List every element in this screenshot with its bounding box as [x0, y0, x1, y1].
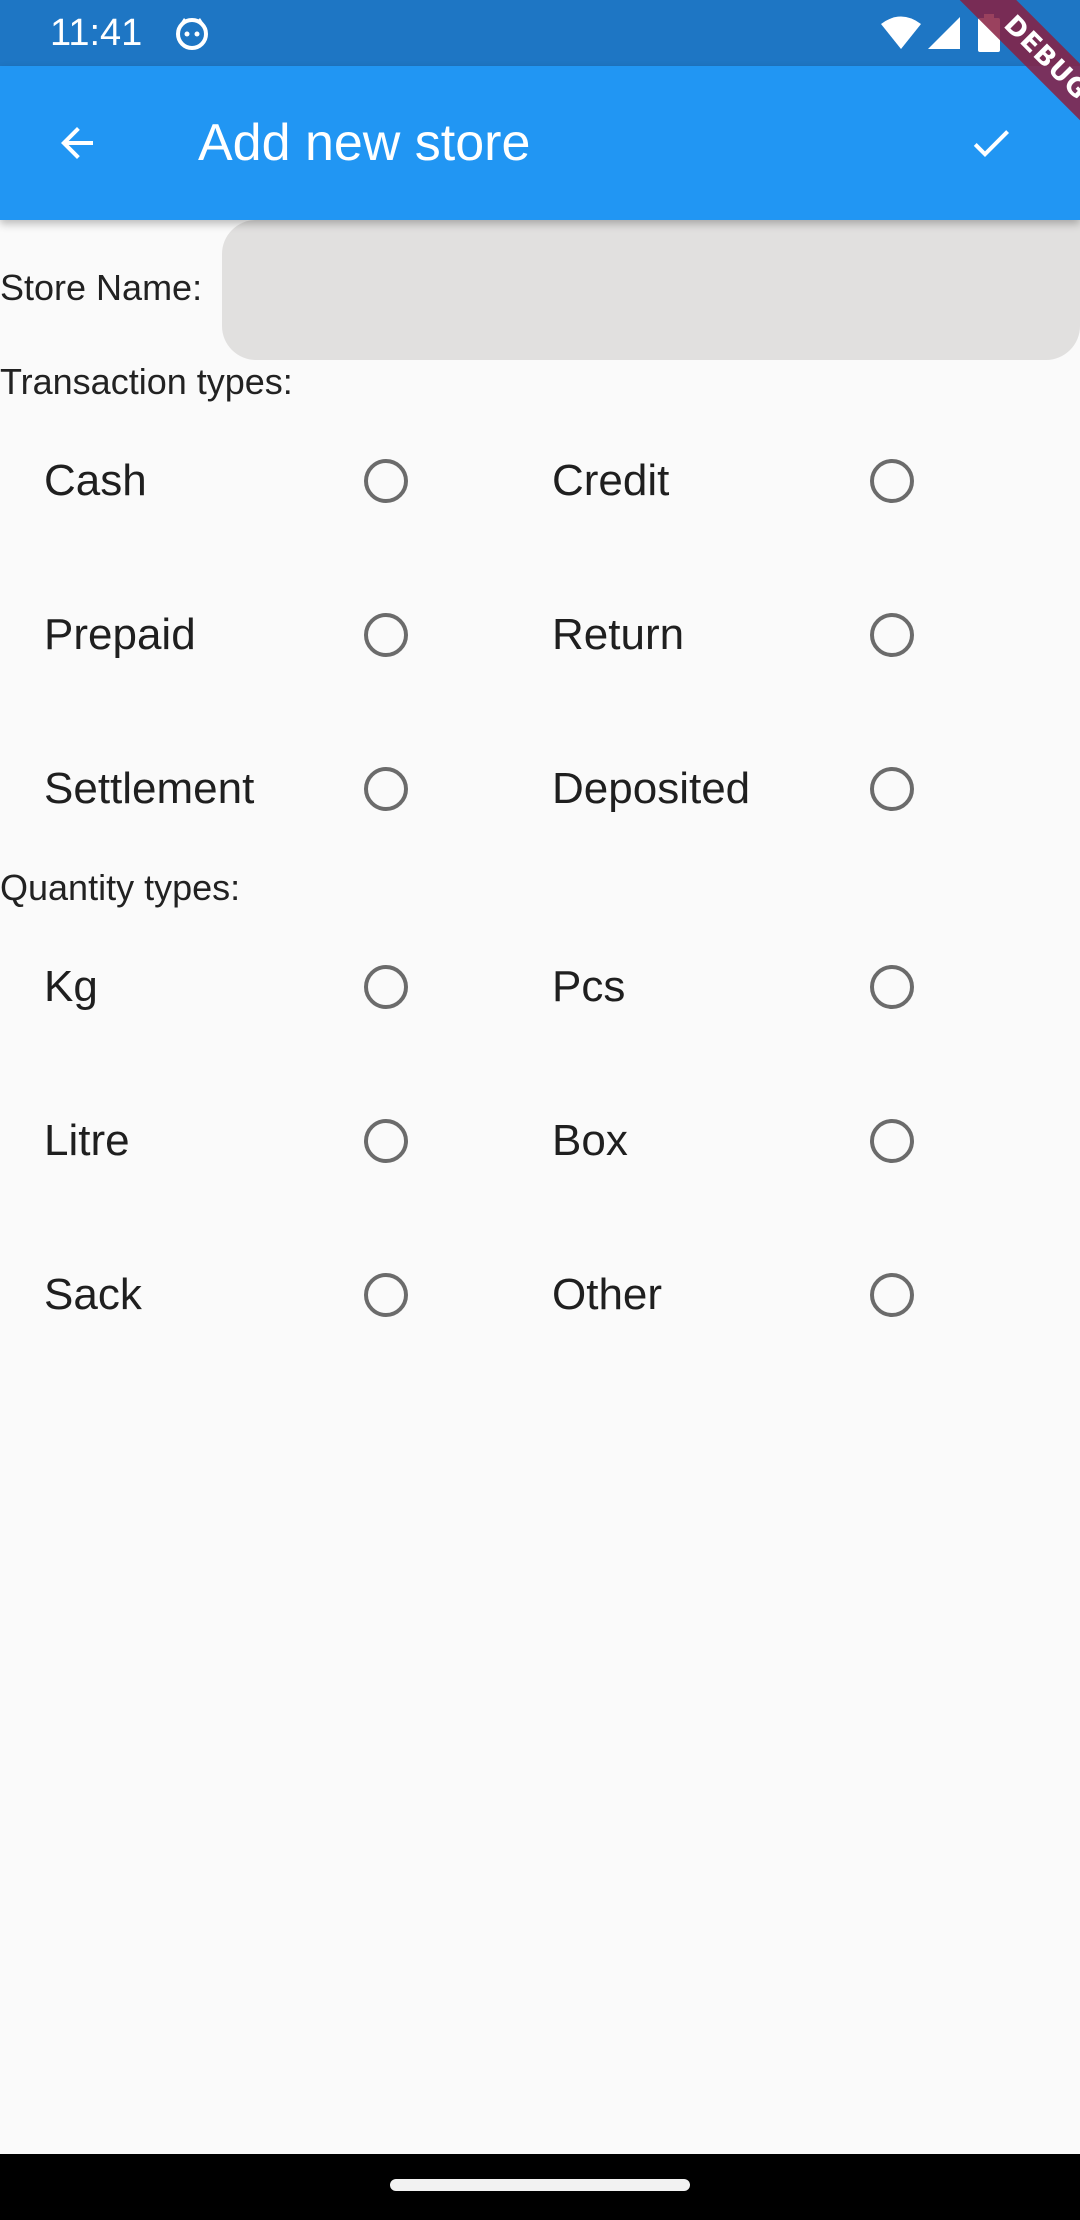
cell-signal-icon — [928, 17, 960, 49]
radio-cash[interactable] — [364, 459, 408, 503]
save-button[interactable] — [950, 102, 1032, 184]
home-indicator[interactable] — [390, 2179, 690, 2191]
transaction-types-row-3: Settlement Deposited — [0, 734, 1080, 844]
radio-pcs[interactable] — [870, 965, 914, 1009]
option-label-kg: Kg — [44, 962, 98, 1011]
quantity-types-row-1: Kg Pcs — [0, 932, 1080, 1042]
option-label-prepaid: Prepaid — [44, 610, 196, 659]
quantity-types-label: Quantity types: — [0, 867, 241, 908]
transaction-types-row-2: Prepaid Return — [0, 580, 1080, 690]
radio-prepaid[interactable] — [364, 613, 408, 657]
android-cat-icon — [176, 18, 208, 50]
option-label-pcs: Pcs — [552, 962, 626, 1011]
radio-settlement[interactable] — [364, 767, 408, 811]
option-label-return: Return — [552, 610, 685, 659]
transaction-types-row-1: Cash Credit — [0, 426, 1080, 536]
option-label-litre: Litre — [44, 1116, 130, 1165]
store-name-label: Store Name: — [0, 267, 203, 308]
add-store-screen: 11:41 Add new store DEBUG Store Name: Tr… — [0, 0, 1080, 2220]
radio-credit[interactable] — [870, 459, 914, 503]
option-label-box: Box — [552, 1116, 628, 1165]
status-bar: 11:41 — [0, 0, 1080, 66]
status-time: 11:41 — [50, 12, 143, 54]
radio-litre[interactable] — [364, 1119, 408, 1163]
radio-return[interactable] — [870, 613, 914, 657]
option-label-other: Other — [552, 1270, 663, 1319]
store-name-input[interactable] — [222, 220, 1080, 360]
radio-deposited[interactable] — [870, 767, 914, 811]
app-bar: Add new store — [0, 66, 1080, 220]
option-label-cash: Cash — [44, 456, 147, 505]
check-icon — [973, 130, 1009, 157]
option-label-credit: Credit — [552, 456, 670, 505]
page-title: Add new store — [198, 114, 531, 172]
radio-other[interactable] — [870, 1273, 914, 1317]
system-navigation-bar — [0, 2154, 1080, 2220]
radio-sack[interactable] — [364, 1273, 408, 1317]
back-button[interactable] — [36, 102, 118, 184]
option-label-settlement: Settlement — [44, 764, 255, 813]
radio-box[interactable] — [870, 1119, 914, 1163]
option-label-sack: Sack — [44, 1270, 142, 1319]
transaction-types-label: Transaction types: — [0, 361, 293, 402]
wifi-icon — [881, 16, 921, 49]
quantity-types-row-3: Sack Other — [0, 1240, 1080, 1350]
quantity-types-row-2: Litre Box — [0, 1086, 1080, 1196]
arrow-back-icon — [61, 127, 93, 159]
option-label-deposited: Deposited — [552, 764, 751, 813]
radio-kg[interactable] — [364, 965, 408, 1009]
